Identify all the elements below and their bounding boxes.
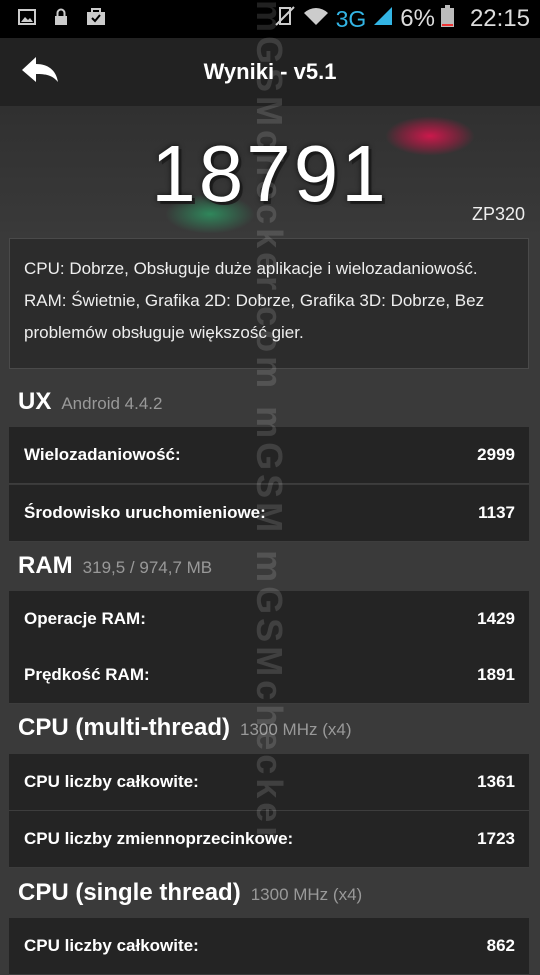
lock-icon: [54, 8, 68, 31]
clock: 22:15: [469, 5, 530, 32]
result-value: 1429: [477, 609, 515, 628]
result-row[interactable]: Środowisko uruchomieniowe: 1137: [9, 485, 529, 542]
result-row[interactable]: Wielozadaniowość: 2999: [9, 427, 529, 484]
result-value: 1891: [477, 665, 515, 684]
score-hero: 18791 ZP320: [0, 106, 540, 240]
back-button[interactable]: [18, 52, 62, 92]
shopping-bag-check-icon: [86, 7, 106, 31]
result-value: 862: [486, 936, 515, 955]
battery-percent: 6%: [400, 5, 435, 32]
result-label: CPU liczby całkowite:: [24, 772, 199, 791]
result-label: Operacje RAM:: [24, 609, 146, 628]
section-header-ram: RAM 319,5 / 974,7 MB: [18, 552, 212, 580]
signal-strength-icon: [372, 5, 394, 34]
result-row[interactable]: Operacje RAM: 1429: [9, 591, 529, 648]
battery-icon: [440, 4, 454, 34]
back-arrow-icon: [22, 57, 58, 82]
result-value: 1137: [478, 503, 515, 522]
muted-vibrate-icon: [274, 5, 296, 34]
section-header-cpu-single: CPU (single thread) 1300 MHz (x4): [18, 879, 362, 907]
wifi-icon: [302, 5, 330, 34]
result-label: Prędkość RAM:: [24, 665, 150, 684]
section-subtitle: 1300 MHz (x4): [250, 885, 363, 904]
status-bar: 3G 6% 22:15: [0, 0, 540, 38]
result-label: CPU liczby całkowite:: [24, 936, 199, 955]
result-value: 1361: [477, 772, 515, 791]
summary-box: CPU: Dobrze, Obsługuje duże aplikacje i …: [9, 238, 529, 369]
result-row[interactable]: CPU liczby zmiennoprzecinkowe: 1723: [9, 811, 529, 868]
result-row[interactable]: Prędkość RAM: 1891: [9, 647, 529, 704]
network-type: 3G: [335, 5, 367, 32]
result-value: 1723: [477, 829, 515, 848]
result-value: 2999: [477, 445, 515, 464]
result-label: Środowisko uruchomieniowe:: [24, 503, 266, 522]
section-header-ux: UX Android 4.4.2: [18, 388, 162, 416]
section-subtitle: Android 4.4.2: [61, 394, 163, 413]
page-title: Wyniki - v5.1: [203, 59, 337, 84]
section-title: UX: [18, 388, 52, 415]
result-label: Wielozadaniowość:: [24, 445, 181, 464]
section-title: CPU (multi-thread): [18, 714, 230, 741]
section-subtitle: 1300 MHz (x4): [240, 720, 352, 739]
result-row[interactable]: CPU liczby całkowite: 1361: [9, 754, 529, 811]
result-row[interactable]: CPU liczby całkowite: 862: [9, 918, 529, 975]
section-title: RAM: [18, 552, 73, 579]
section-header-cpu-multi: CPU (multi-thread) 1300 MHz (x4): [18, 714, 351, 742]
app-bar: Wyniki - v5.1: [0, 38, 540, 106]
section-subtitle: 319,5 / 974,7 MB: [82, 558, 213, 577]
image-notification-icon: [18, 8, 36, 30]
section-title: CPU (single thread): [18, 879, 241, 906]
result-label: CPU liczby zmiennoprzecinkowe:: [24, 829, 294, 848]
device-model: ZP320: [471, 204, 525, 224]
total-score: 18791: [151, 129, 389, 218]
